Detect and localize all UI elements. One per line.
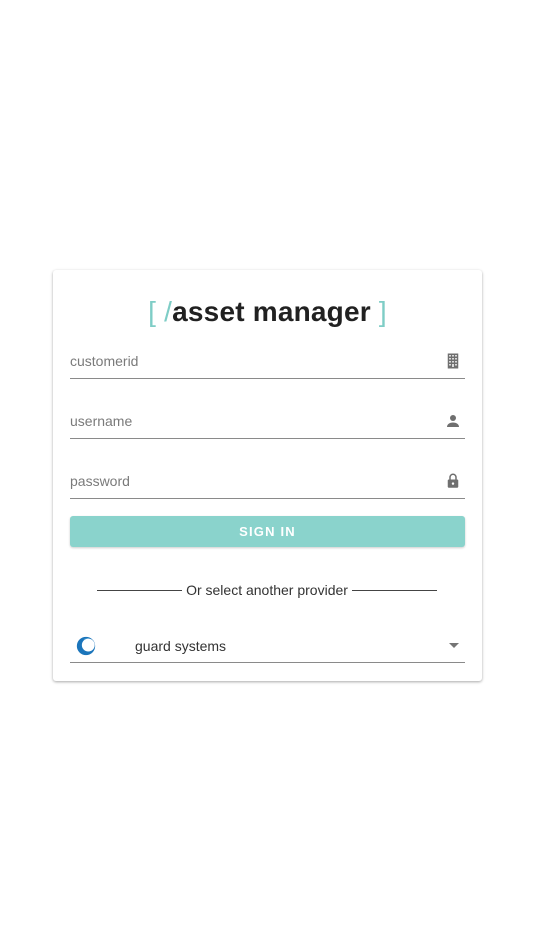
divider-line-left bbox=[97, 589, 183, 591]
customerid-input[interactable] bbox=[70, 346, 430, 376]
sign-in-button[interactable]: SIGN IN bbox=[70, 516, 465, 547]
logo-name: asset manager bbox=[172, 296, 371, 327]
username-input[interactable] bbox=[70, 406, 430, 436]
lock-icon bbox=[447, 473, 459, 488]
app-logo: [ /asset manager ] bbox=[53, 296, 482, 328]
password-input[interactable] bbox=[70, 466, 430, 496]
provider-select[interactable]: guard systems bbox=[70, 630, 465, 663]
building-icon bbox=[447, 353, 459, 369]
chevron-down-icon[interactable] bbox=[449, 643, 459, 648]
divider-text: Or select another provider bbox=[186, 582, 348, 598]
logo-bracket-close: ] bbox=[378, 296, 387, 327]
provider-divider: Or select another provider bbox=[97, 582, 438, 598]
person-icon bbox=[447, 415, 459, 427]
guard-systems-logo-icon bbox=[76, 636, 96, 656]
logo-bracket-open: [ bbox=[148, 296, 157, 327]
customerid-field bbox=[70, 346, 465, 379]
divider-line-right bbox=[351, 589, 438, 591]
logo-slash: / bbox=[164, 296, 173, 327]
password-field bbox=[70, 466, 465, 499]
login-card: [ /asset manager ] SIGN IN Or select ano… bbox=[53, 270, 482, 681]
provider-selected-value: guard systems bbox=[135, 638, 227, 654]
username-field bbox=[70, 406, 465, 439]
